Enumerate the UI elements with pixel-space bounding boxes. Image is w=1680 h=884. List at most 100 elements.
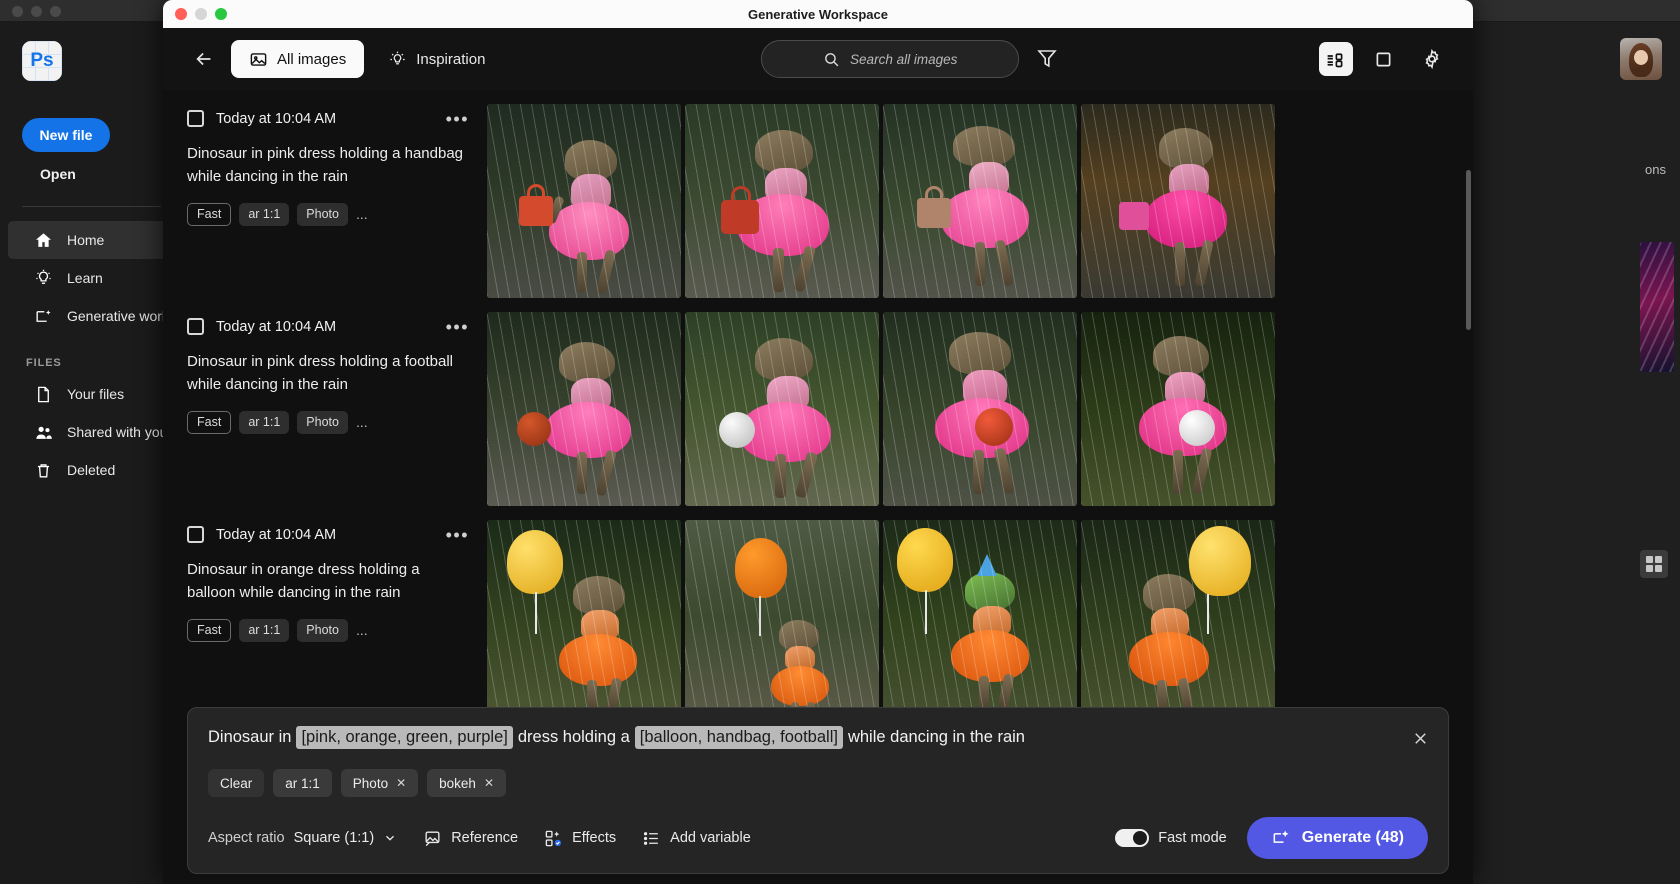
tag-photo[interactable]: Photo bbox=[297, 202, 348, 226]
tab-inspiration[interactable]: Inspiration bbox=[370, 40, 503, 78]
os-window-controls[interactable] bbox=[12, 6, 61, 17]
vertical-scrollbar[interactable] bbox=[1466, 170, 1471, 330]
result-thumbnail[interactable] bbox=[1081, 520, 1275, 714]
result-more-menu[interactable]: ••• bbox=[446, 110, 469, 128]
grid-view-icon[interactable] bbox=[1640, 550, 1668, 578]
tag-fast[interactable]: Fast bbox=[187, 410, 232, 434]
sidebar-item-learn[interactable]: Learn bbox=[8, 259, 175, 297]
sidebar-item-home[interactable]: Home bbox=[8, 221, 175, 259]
tag-photo[interactable]: Photo bbox=[297, 410, 348, 434]
aspect-ratio-selector[interactable]: Aspect ratio Square (1:1) bbox=[208, 830, 397, 846]
tag-more[interactable]: ... bbox=[356, 622, 368, 638]
aspect-ratio-value: Square (1:1) bbox=[293, 830, 375, 846]
recent-file-thumbnail[interactable] bbox=[1640, 242, 1674, 372]
remove-chip-icon[interactable]: ✕ bbox=[396, 776, 406, 790]
result-thumbnail[interactable] bbox=[487, 520, 681, 714]
tag-aspect-ratio[interactable]: ar 1:1 bbox=[239, 202, 290, 226]
result-more-menu[interactable]: ••• bbox=[446, 318, 469, 336]
result-checkbox[interactable] bbox=[187, 526, 204, 543]
generate-button[interactable]: Generate (48) bbox=[1246, 817, 1428, 859]
tag-more[interactable]: ... bbox=[356, 414, 368, 430]
back-button[interactable] bbox=[187, 42, 221, 76]
result-thumbnail[interactable] bbox=[883, 312, 1077, 506]
result-date: Today at 10:04 AM bbox=[216, 110, 337, 127]
prompt-text[interactable]: Dinosaur in [pink, orange, green, purple… bbox=[208, 726, 1428, 749]
chip-label: Photo bbox=[352, 775, 389, 791]
result-thumbnail[interactable] bbox=[1081, 312, 1275, 506]
window-controls[interactable] bbox=[175, 8, 227, 20]
right-panel-text: ons bbox=[1645, 162, 1666, 177]
result-thumbnail[interactable] bbox=[487, 312, 681, 506]
window-minimize-button[interactable] bbox=[195, 8, 207, 20]
sidebar-item-your-files[interactable]: Your files bbox=[8, 375, 175, 413]
reference-button[interactable]: Reference bbox=[423, 829, 518, 848]
result-thumbnails bbox=[487, 520, 1275, 714]
remove-chip-icon[interactable]: ✕ bbox=[484, 776, 494, 790]
square-view-icon bbox=[1377, 52, 1391, 66]
result-thumbnail[interactable] bbox=[883, 520, 1077, 714]
tag-aspect-ratio[interactable]: ar 1:1 bbox=[239, 618, 290, 642]
filter-button[interactable] bbox=[1035, 46, 1061, 72]
clear-chip[interactable]: Clear bbox=[208, 769, 265, 797]
add-variable-label: Add variable bbox=[670, 830, 751, 846]
sidebar-item-deleted[interactable]: Deleted bbox=[8, 451, 175, 489]
reference-icon bbox=[425, 830, 440, 846]
prompt-variable-color[interactable]: [pink, orange, green, purple] bbox=[296, 726, 513, 749]
search-input[interactable]: Search all images bbox=[761, 40, 1020, 78]
window-close-button[interactable] bbox=[175, 8, 187, 20]
result-thumbnail[interactable] bbox=[685, 104, 879, 298]
gear-icon bbox=[1425, 48, 1439, 70]
result-prompt: Dinosaur in orange dress holding a ballo… bbox=[187, 561, 420, 601]
photoshop-logo-text: Ps bbox=[30, 50, 54, 71]
result-header: Today at 10:04 AM ••• bbox=[187, 526, 469, 544]
tab-all-images[interactable]: All images bbox=[231, 40, 365, 78]
result-thumbnails bbox=[487, 312, 1275, 506]
window-titlebar: Generative Workspace bbox=[163, 0, 1473, 28]
prompt-variable-object[interactable]: [balloon, handbag, football] bbox=[634, 726, 843, 749]
result-thumbnail[interactable] bbox=[685, 312, 879, 506]
effects-button[interactable]: Effects bbox=[544, 829, 616, 848]
os-close-dot[interactable] bbox=[12, 6, 23, 17]
single-view-button[interactable] bbox=[1367, 42, 1401, 76]
sidebar-item-shared-with-you[interactable]: Shared with you bbox=[8, 413, 175, 451]
effects-label: Effects bbox=[572, 830, 617, 846]
sidebar-item-generative-workspace[interactable]: Generative worl bbox=[8, 297, 175, 335]
tag-fast[interactable]: Fast bbox=[187, 202, 232, 226]
bokeh-chip[interactable]: bokeh ✕ bbox=[427, 769, 506, 797]
window-title: Generative Workspace bbox=[748, 6, 888, 22]
lightbulb-icon bbox=[390, 51, 405, 64]
tag-more[interactable]: ... bbox=[356, 206, 368, 222]
results-area: Today at 10:04 AM ••• Dinosaur in pink d… bbox=[163, 90, 1473, 884]
result-thumbnail[interactable] bbox=[1081, 104, 1275, 298]
os-maximize-dot[interactable] bbox=[50, 6, 61, 17]
add-variable-button[interactable]: Add variable bbox=[642, 829, 751, 848]
document-icon bbox=[34, 385, 53, 404]
aspect-ratio-chip[interactable]: ar 1:1 bbox=[273, 769, 332, 797]
window-maximize-button[interactable] bbox=[215, 8, 227, 20]
new-file-button[interactable]: New file bbox=[22, 118, 110, 152]
avatar[interactable] bbox=[1620, 38, 1662, 80]
list-view-button[interactable] bbox=[1318, 42, 1353, 76]
tab-label: Inspiration bbox=[416, 50, 486, 68]
result-row: Today at 10:04 AM ••• Dinosaur in orange… bbox=[163, 520, 1473, 714]
result-thumbnail[interactable] bbox=[487, 104, 681, 298]
result-checkbox[interactable] bbox=[187, 318, 204, 335]
photo-chip[interactable]: Photo ✕ bbox=[340, 769, 419, 797]
open-button[interactable]: Open bbox=[40, 166, 76, 182]
prompt-segment-text: dress holding a bbox=[517, 728, 630, 746]
tag-aspect-ratio[interactable]: ar 1:1 bbox=[239, 410, 290, 434]
settings-button[interactable] bbox=[1415, 42, 1449, 76]
tag-photo[interactable]: Photo bbox=[297, 618, 348, 642]
result-checkbox[interactable] bbox=[187, 110, 204, 127]
close-prompt-button[interactable] bbox=[1408, 726, 1432, 750]
chip-label: Clear bbox=[220, 775, 253, 791]
os-minimize-dot[interactable] bbox=[31, 6, 42, 17]
tag-fast[interactable]: Fast bbox=[187, 618, 232, 642]
fast-mode-toggle[interactable] bbox=[1115, 829, 1150, 847]
result-more-menu[interactable]: ••• bbox=[446, 526, 469, 544]
result-thumbnails bbox=[487, 104, 1275, 298]
result-thumbnail[interactable] bbox=[685, 520, 879, 714]
result-thumbnail[interactable] bbox=[883, 104, 1077, 298]
view-tabs: All images Inspiration bbox=[231, 40, 503, 78]
fast-mode-toggle-wrap[interactable]: Fast mode bbox=[1115, 829, 1227, 847]
